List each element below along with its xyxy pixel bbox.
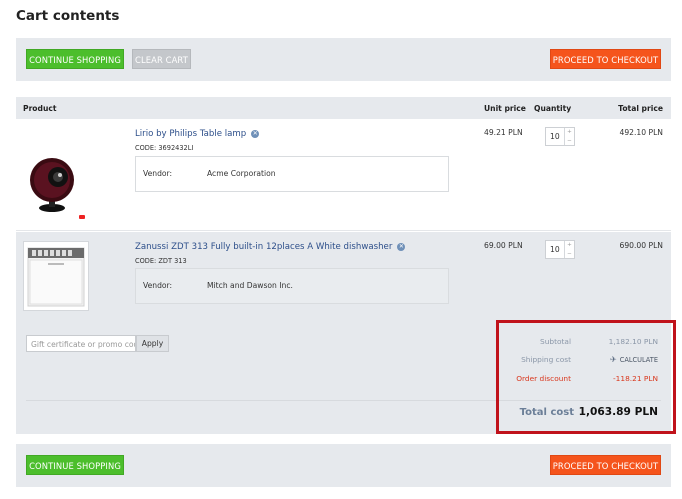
continue-shopping-button[interactable]: CONTINUE SHOPPING (26, 455, 124, 475)
header-unit-price: Unit price (484, 104, 526, 113)
lamp-image (30, 158, 85, 219)
promo-code-input[interactable]: Gift certificate or promo code (26, 335, 136, 352)
remove-icon[interactable]: ✕ (251, 130, 260, 138)
cart-item-row: Lirio by Philips Table lamp ✕ CODE: 36924… (16, 119, 671, 231)
vendor-label: Vendor: (143, 169, 173, 178)
product-name[interactable]: Zanussi ZDT 313 Fully built-in 12places … (135, 242, 392, 252)
quantity-value[interactable]: 10 (550, 245, 560, 254)
header-product: Product (23, 104, 57, 113)
unit-price: 49.21 PLN (484, 128, 523, 137)
unit-price: 69.00 PLN (484, 241, 523, 250)
continue-shopping-button[interactable]: CONTINUE SHOPPING (26, 49, 124, 69)
page-title: Cart contents (16, 8, 120, 24)
vendor-box: Vendor: Acme Corporation (135, 156, 449, 192)
product-name-link[interactable]: Lirio by Philips Table lamp ✕ (135, 129, 260, 139)
chevron-up-icon[interactable]: + (565, 241, 574, 250)
cart-summary: Gift certificate or promo code Apply Sub… (16, 320, 676, 434)
chevron-down-icon[interactable]: − (565, 250, 574, 259)
quantity-spinner[interactable]: + − (564, 128, 574, 145)
vendor-name: Mitch and Dawson Inc. (207, 281, 293, 290)
product-code: CODE: ZDT 313 (135, 257, 187, 265)
vendor-label: Vendor: (143, 281, 173, 290)
cart-table-header: Product Unit price Quantity Total price (16, 97, 671, 119)
cart-item-row: Zanussi ZDT 313 Fully built-in 12places … (16, 232, 671, 320)
bottom-action-bar: CONTINUE SHOPPING PROCEED TO CHECKOUT (16, 444, 671, 487)
top-action-bar: CONTINUE SHOPPING CLEAR CART PROCEED TO … (16, 38, 671, 81)
vendor-name: Acme Corporation (207, 169, 276, 178)
total-price: 492.10 PLN (619, 128, 663, 137)
product-code: CODE: 3692432LI (135, 144, 194, 152)
chevron-up-icon[interactable]: + (565, 128, 574, 137)
header-quantity: Quantity (534, 104, 572, 113)
product-image-lamp[interactable] (22, 147, 88, 219)
totals-highlight-box (496, 320, 676, 434)
quantity-value[interactable]: 10 (550, 132, 560, 141)
chevron-down-icon[interactable]: − (565, 137, 574, 146)
vendor-box: Vendor: Mitch and Dawson Inc. (135, 268, 449, 304)
quantity-spinner[interactable]: + − (564, 241, 574, 258)
product-name-link[interactable]: Zanussi ZDT 313 Fully built-in 12places … (135, 242, 406, 252)
clear-cart-button[interactable]: CLEAR CART (132, 49, 191, 69)
quantity-stepper[interactable]: 10 + − (545, 240, 575, 259)
apply-promo-button[interactable]: Apply (136, 335, 169, 352)
header-total-price: Total price (618, 104, 663, 113)
quantity-stepper[interactable]: 10 + − (545, 127, 575, 146)
proceed-to-checkout-button[interactable]: PROCEED TO CHECKOUT (550, 49, 661, 69)
dishwasher-image (27, 247, 85, 307)
total-price: 690.00 PLN (619, 241, 663, 250)
proceed-to-checkout-button[interactable]: PROCEED TO CHECKOUT (550, 455, 661, 475)
product-name[interactable]: Lirio by Philips Table lamp (135, 129, 246, 139)
remove-icon[interactable]: ✕ (397, 243, 406, 251)
product-image-dishwasher[interactable] (23, 241, 89, 311)
